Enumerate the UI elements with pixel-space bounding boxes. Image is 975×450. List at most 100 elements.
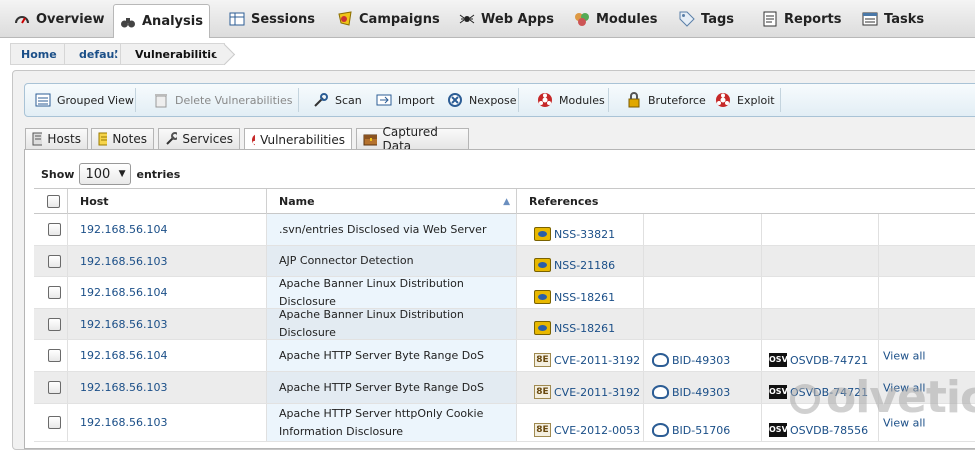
row-checkbox[interactable] bbox=[48, 381, 61, 394]
exploit-button[interactable]: Exploit bbox=[715, 84, 775, 116]
reference-link-osvdb[interactable]: OSV OSVDB-74721 bbox=[769, 353, 868, 367]
view-all-link[interactable]: View all bbox=[883, 349, 925, 362]
reference-link-bid[interactable]: BID-49303 bbox=[652, 353, 730, 367]
reference-link-cve[interactable]: 8E CVE-2011-3192 bbox=[534, 353, 640, 367]
column-header-host[interactable]: Host bbox=[68, 189, 267, 214]
row-checkbox[interactable] bbox=[48, 223, 61, 236]
nexpose-button[interactable]: Nexpose bbox=[447, 84, 517, 116]
nav-tab-campaigns[interactable]: Campaigns bbox=[331, 4, 446, 34]
column-divider bbox=[643, 246, 644, 276]
column-divider bbox=[761, 246, 762, 276]
table-row: 192.168.56.104 .svn/entries Disclosed via… bbox=[34, 214, 975, 246]
vulnerability-name-cell: Apache Banner Linux Distribution Disclos… bbox=[267, 277, 517, 308]
tab-label: Vulnerabilities bbox=[260, 132, 345, 147]
cve-icon: 8E bbox=[534, 423, 551, 437]
nav-tab-modules[interactable]: Modules bbox=[568, 4, 663, 34]
chevron-down-icon: ▼ bbox=[118, 169, 126, 179]
note-icon bbox=[98, 132, 108, 146]
bruteforce-button[interactable]: Bruteforce bbox=[626, 84, 706, 116]
nav-tab-reports[interactable]: Reports bbox=[756, 4, 847, 34]
reference-link-nss[interactable]: NSS-18261 bbox=[534, 290, 615, 304]
host-link[interactable]: 192.168.56.104 bbox=[80, 286, 167, 299]
reference-label: BID-49303 bbox=[672, 386, 731, 399]
scan-button[interactable]: Scan bbox=[313, 84, 362, 116]
nav-tab-label: Analysis bbox=[142, 14, 203, 29]
reference-label: BID-49303 bbox=[672, 354, 731, 367]
row-checkbox[interactable] bbox=[48, 286, 61, 299]
host-link[interactable]: 192.168.56.103 bbox=[80, 255, 167, 268]
reference-label: BID-51706 bbox=[672, 424, 731, 437]
osvdb-icon: OSV bbox=[769, 423, 788, 437]
row-checkbox[interactable] bbox=[48, 317, 61, 331]
grouped-view-button[interactable]: Grouped View bbox=[35, 84, 134, 116]
toolbar-divider bbox=[518, 88, 519, 112]
host-link[interactable]: 192.168.56.103 bbox=[80, 416, 167, 429]
nav-tab-tasks[interactable]: Tasks bbox=[856, 4, 930, 34]
column-header-name[interactable]: Name ▲ bbox=[267, 189, 517, 214]
host-cell: 192.168.56.104 bbox=[68, 214, 267, 245]
row-checkbox[interactable] bbox=[48, 254, 61, 268]
breadcrumb-project[interactable]: default bbox=[64, 43, 126, 65]
reference-link-cve[interactable]: 8E CVE-2011-3192 bbox=[534, 385, 640, 399]
column-divider bbox=[761, 340, 762, 371]
modules-icon bbox=[574, 11, 590, 27]
table-row: 192.168.56.103 Apache Banner Linux Distri… bbox=[34, 308, 975, 340]
button-label: Bruteforce bbox=[648, 93, 706, 107]
nav-tab-analysis[interactable]: Analysis bbox=[113, 4, 210, 39]
host-link[interactable]: 192.168.56.104 bbox=[80, 223, 167, 236]
column-divider bbox=[643, 372, 644, 403]
nav-tab-label: Modules bbox=[596, 11, 658, 27]
osvdb-icon: OSV bbox=[769, 385, 788, 399]
tab-hosts[interactable]: Hosts bbox=[25, 128, 88, 149]
top-navigation: Overview Analysis Sessions Campaigns Web… bbox=[0, 0, 975, 39]
nexpose-icon bbox=[448, 93, 462, 107]
reference-link-osvdb[interactable]: OSV OSVDB-78556 bbox=[769, 423, 868, 437]
host-cell: 192.168.56.104 bbox=[68, 277, 267, 308]
tab-vulnerabilities[interactable]: Vulnerabilities bbox=[244, 128, 352, 150]
reference-link-nss[interactable]: NSS-21186 bbox=[534, 258, 615, 272]
tasks-icon bbox=[862, 11, 878, 27]
nav-tab-overview[interactable]: Overview bbox=[8, 4, 111, 34]
nav-tab-web-apps[interactable]: Web Apps bbox=[453, 4, 560, 34]
vulnerability-name-cell: Apache HTTP Server httpOnly Cookie Infor… bbox=[267, 404, 517, 441]
reference-link-nss[interactable]: NSS-18261 bbox=[534, 321, 615, 335]
row-select-cell bbox=[34, 277, 68, 308]
nav-tab-label: Web Apps bbox=[481, 11, 554, 27]
tab-notes[interactable]: Notes bbox=[91, 128, 154, 149]
biohazard-icon bbox=[716, 93, 730, 107]
nav-tab-sessions[interactable]: Sessions bbox=[223, 4, 321, 34]
row-select-cell bbox=[34, 214, 68, 245]
button-label: Nexpose bbox=[469, 93, 517, 107]
reference-link-cve[interactable]: 8E CVE-2012-0053 bbox=[534, 423, 640, 437]
host-link[interactable]: 192.168.56.103 bbox=[80, 381, 167, 394]
delete-vulnerabilities-button[interactable]: Delete Vulnerabilities bbox=[153, 84, 292, 116]
reference-label: NSS-18261 bbox=[554, 322, 616, 335]
reference-link-bid[interactable]: BID-51706 bbox=[652, 423, 730, 437]
host-link[interactable]: 192.168.56.104 bbox=[80, 349, 167, 362]
row-checkbox[interactable] bbox=[48, 416, 61, 429]
select-all-cell bbox=[34, 189, 68, 214]
modules-button[interactable]: Modules bbox=[537, 84, 605, 116]
host-link[interactable]: 192.168.56.103 bbox=[80, 318, 167, 331]
toolbar-divider bbox=[135, 88, 136, 112]
tab-captured-data[interactable]: Captured Data bbox=[356, 125, 469, 153]
breadcrumb-home[interactable]: Home bbox=[10, 43, 70, 65]
gauge-icon bbox=[14, 11, 30, 27]
row-checkbox[interactable] bbox=[48, 349, 61, 362]
nss-icon bbox=[534, 321, 551, 335]
import-button[interactable]: Import bbox=[376, 84, 435, 116]
nss-icon bbox=[534, 258, 551, 272]
column-divider bbox=[643, 214, 644, 245]
nav-tab-label: Overview bbox=[36, 11, 105, 27]
vulnerability-name-cell: AJP Connector Detection bbox=[267, 246, 517, 276]
column-label: References bbox=[529, 195, 599, 208]
vulnerability-name-cell: Apache HTTP Server Byte Range DoS bbox=[267, 372, 517, 403]
nav-tab-tags[interactable]: Tags bbox=[673, 4, 740, 34]
column-divider bbox=[643, 309, 644, 339]
select-all-checkbox[interactable] bbox=[47, 195, 60, 208]
tab-services[interactable]: Services bbox=[158, 128, 240, 149]
nss-icon bbox=[534, 290, 551, 304]
reference-link-nss[interactable]: NSS-33821 bbox=[534, 227, 615, 241]
page-size-select[interactable]: 100 ▼ bbox=[79, 163, 132, 185]
reference-link-bid[interactable]: BID-49303 bbox=[652, 385, 730, 399]
